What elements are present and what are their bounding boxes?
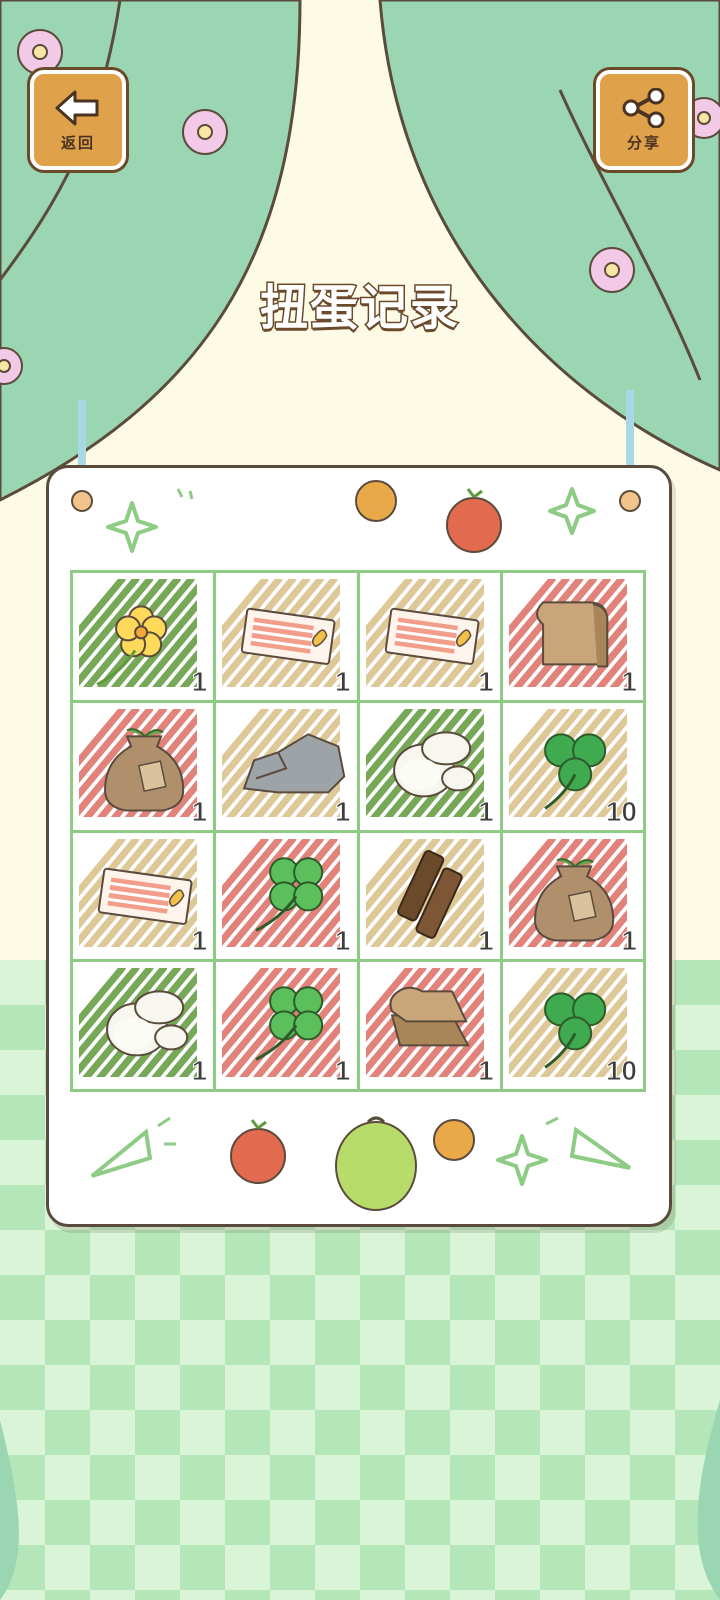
orange-fruit-icon [433, 1119, 475, 1161]
green-fruit-icon [335, 1121, 417, 1211]
grid-cell-yellow-flower[interactable]: 1 [73, 573, 214, 700]
grid-cell-three-leaf-clover[interactable]: 10 [502, 962, 643, 1089]
item-count: 1 [478, 665, 495, 697]
sparkle-icon [548, 487, 596, 535]
item-count: 10 [605, 1055, 637, 1087]
grid-cell-seed-bag[interactable]: 1 [73, 702, 214, 830]
grid-cell-ticket[interactable]: 1 [359, 573, 500, 700]
grid-cell-ticket[interactable]: 1 [216, 573, 357, 700]
grid-cell-bread[interactable]: 1 [502, 573, 643, 700]
grid-cell-bark[interactable]: 1 [359, 832, 500, 960]
sparkle-icon [496, 1134, 548, 1186]
item-count: 1 [334, 665, 351, 697]
card-top-decorations [71, 480, 641, 553]
item-grid: 1 1 1 1 1 1 1 10 1 1 1 1 1 1 1 10 [70, 570, 646, 1092]
item-count: 1 [621, 925, 638, 957]
lychee-icon [446, 497, 502, 553]
grid-cell-four-leaf-clover[interactable]: 1 [216, 832, 357, 960]
item-count: 1 [191, 925, 208, 957]
grid-cell-three-leaf-clover[interactable]: 10 [502, 702, 643, 830]
grid-cell-rock[interactable]: 1 [216, 702, 357, 830]
item-count: 1 [334, 925, 351, 957]
sparkle-icon [106, 501, 158, 553]
item-count: 1 [191, 1055, 208, 1087]
pin-right-icon [619, 490, 641, 512]
item-count: 1 [478, 795, 495, 827]
item-count: 1 [191, 665, 208, 697]
page-title: 扭蛋记录 [258, 279, 460, 338]
party-popper-icon [569, 1126, 632, 1170]
item-count: 10 [605, 795, 637, 827]
grid-cell-bread-slices[interactable]: 1 [359, 962, 500, 1089]
grid-cell-seed-bag[interactable]: 1 [502, 832, 643, 960]
item-count: 1 [478, 925, 495, 957]
grid-cell-ticket[interactable]: 1 [73, 832, 214, 960]
back-label: 返回 [60, 133, 95, 152]
grid-cell-mochi[interactable]: 1 [359, 702, 500, 830]
item-count: 1 [621, 665, 638, 697]
share-icon [622, 87, 665, 128]
party-popper-icon [90, 1128, 153, 1178]
back-arrow-icon [55, 90, 99, 125]
lychee-icon [230, 1128, 286, 1184]
card-bottom-decorations [90, 1116, 632, 1211]
item-count: 1 [478, 1055, 495, 1087]
pin-left-icon [71, 490, 93, 512]
share-label: 分享 [626, 133, 661, 152]
grid-cell-mochi[interactable]: 1 [73, 962, 214, 1089]
grid-cell-four-leaf-clover[interactable]: 1 [216, 962, 357, 1089]
item-count: 1 [334, 1055, 351, 1087]
item-count: 1 [191, 795, 208, 827]
item-count: 1 [334, 795, 351, 827]
share-button[interactable]: 分享 [596, 70, 692, 170]
orange-fruit-icon [355, 480, 397, 522]
back-button[interactable]: 返回 [30, 70, 126, 170]
